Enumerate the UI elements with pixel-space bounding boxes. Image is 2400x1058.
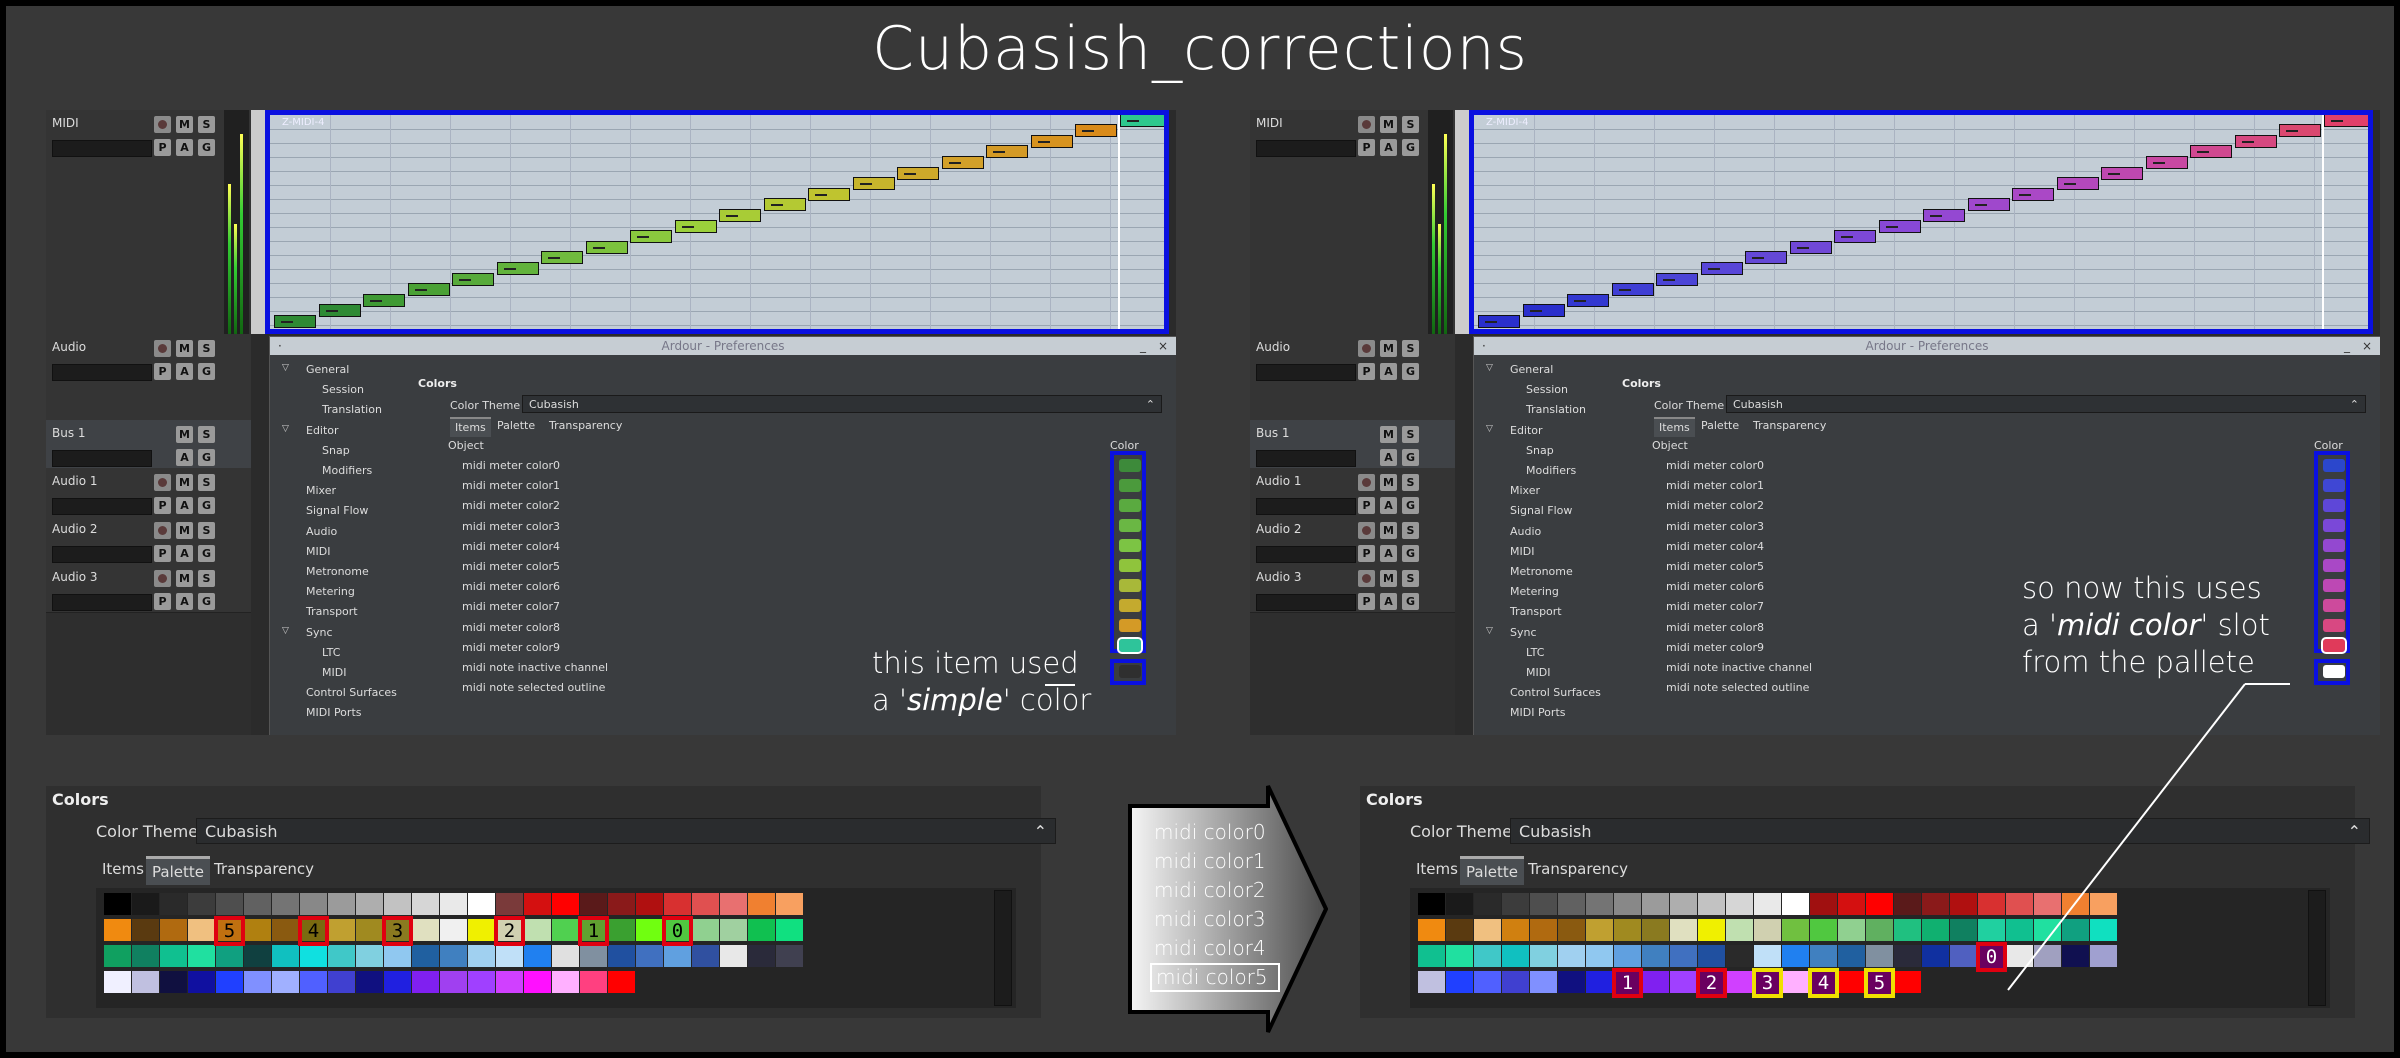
connector-lines xyxy=(2007,683,2290,991)
right-annotation-leader xyxy=(2007,683,2246,991)
